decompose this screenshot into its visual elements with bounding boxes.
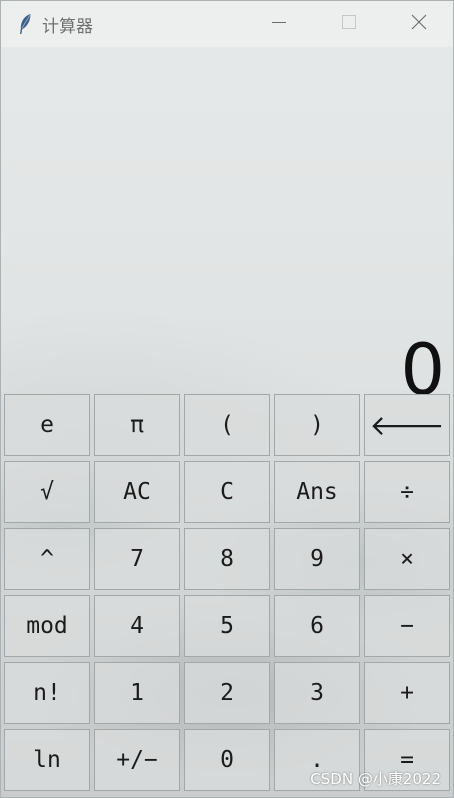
key-9[interactable]: 9 (274, 528, 360, 590)
key-add[interactable]: + (364, 662, 450, 724)
key-3[interactable]: 3 (274, 662, 360, 724)
maximize-button[interactable] (319, 1, 379, 47)
title-bar[interactable]: 计算器 (1, 1, 453, 47)
key-8[interactable]: 8 (184, 528, 270, 590)
key-backspace[interactable]: 🡐 (364, 394, 450, 456)
key-power[interactable]: ^ (4, 528, 90, 590)
key-0[interactable]: 0 (184, 729, 270, 791)
key-ln[interactable]: ln (4, 729, 90, 791)
key-pi[interactable]: π (94, 394, 180, 456)
keypad: e π() 🡐 √ AC C Ans ÷ ^ 7 8 9 × mod 4 5 6− n! 1 2 3 + ln +/− 0. = (4, 394, 452, 791)
key-open-paren[interactable]: ( (184, 394, 270, 456)
key-e[interactable]: e (4, 394, 90, 456)
minimize-icon (271, 14, 287, 34)
display-panel: 0 (1, 47, 453, 405)
key-ans[interactable]: Ans (274, 461, 360, 523)
key-1[interactable]: 1 (94, 662, 180, 724)
key-negate[interactable]: +/− (94, 729, 180, 791)
key-2[interactable]: 2 (184, 662, 270, 724)
key-multiply[interactable]: × (364, 528, 450, 590)
watermark: CSDN @小康2022 (310, 770, 441, 788)
feather-icon (15, 13, 35, 35)
key-sqrt[interactable]: √ (4, 461, 90, 523)
key-close-paren[interactable]: ) (274, 394, 360, 456)
key-6[interactable]: 6 (274, 595, 360, 657)
key-subtract[interactable]: − (364, 595, 450, 657)
key-factorial[interactable]: n! (4, 662, 90, 724)
window-title: 计算器 (42, 16, 93, 37)
close-icon (411, 14, 427, 34)
key-all-clear[interactable]: AC (94, 461, 180, 523)
calculator-window: 计算器 0 e π() 🡐 √ AC C Ans ÷ ^ 7 8 9 × mod 4 5 6− n! 1 2 3 + ln +… (0, 0, 454, 798)
close-button[interactable] (389, 1, 449, 47)
key-mod[interactable]: mod (4, 595, 90, 657)
key-divide[interactable]: ÷ (364, 461, 450, 523)
maximize-icon (341, 14, 357, 34)
minimize-button[interactable] (249, 1, 309, 47)
key-5[interactable]: 5 (184, 595, 270, 657)
key-clear[interactable]: C (184, 461, 270, 523)
key-7[interactable]: 7 (94, 528, 180, 590)
key-4[interactable]: 4 (94, 595, 180, 657)
